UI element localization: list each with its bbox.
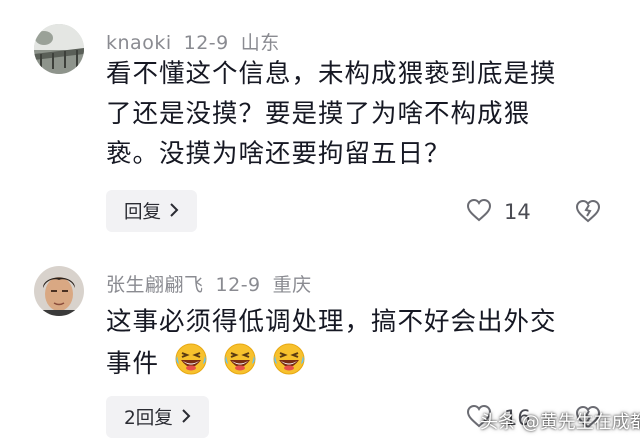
like-button[interactable]: 14: [466, 198, 531, 226]
comment-location: 山东: [240, 32, 280, 54]
username[interactable]: 张生翩翩飞: [106, 274, 204, 296]
comment-date: 12-9: [215, 274, 261, 296]
comment-1: knaoki 12-9 山东 看不懂这个信息，未构成猥亵到底是摸 了还是没摸？要是摸…: [0, 0, 640, 240]
reply-button[interactable]: 回复: [106, 190, 198, 232]
comment-meta: knaoki 12-9 山东: [106, 28, 292, 55]
comment-text-fragment: 事件: [106, 349, 160, 379]
watermark: 头条 @黄先生在成都: [480, 412, 640, 433]
reply-label: 2回复: [124, 408, 173, 429]
comment-text: 这事必须得低调处理，搞不好会出外交 事件: [106, 302, 606, 388]
comment-meta: 张生翩翩飞 12-9 重庆: [106, 270, 324, 297]
avatar[interactable]: [34, 24, 84, 74]
laughing-emoji-icon: [272, 342, 306, 388]
dislike-button[interactable]: [575, 199, 601, 227]
dislike-heart-icon: [575, 199, 601, 227]
comment-text-line: 看不懂这个信息，未构成猥亵到底是摸: [106, 59, 557, 89]
laughing-emoji-icon: [223, 342, 257, 388]
reply-label: 回复: [124, 202, 162, 223]
comment-text-line: 了还是没摸？要是摸了为啥不构成猥: [106, 99, 531, 129]
avatar[interactable]: [34, 266, 84, 316]
reply-button[interactable]: 2回复: [106, 396, 209, 438]
like-count: 14: [504, 200, 531, 224]
chevron-right-icon: [181, 407, 191, 428]
comment-text-line: 亵。没摸为啥还要拘留五日？: [106, 139, 451, 169]
comment-text: 看不懂这个信息，未构成猥亵到底是摸 了还是没摸？要是摸了为啥不构成猥 亵。没摸为…: [106, 54, 606, 174]
comment-date: 12-9: [183, 32, 229, 54]
laughing-emoji-icon: [174, 342, 208, 388]
comment-text-line: 事件: [106, 342, 606, 388]
username[interactable]: knaoki: [106, 32, 172, 54]
comment-text-line: 这事必须得低调处理，搞不好会出外交: [106, 307, 557, 337]
heart-icon: [466, 198, 492, 226]
chevron-right-icon: [169, 201, 179, 222]
comment-location: 重庆: [272, 274, 312, 296]
